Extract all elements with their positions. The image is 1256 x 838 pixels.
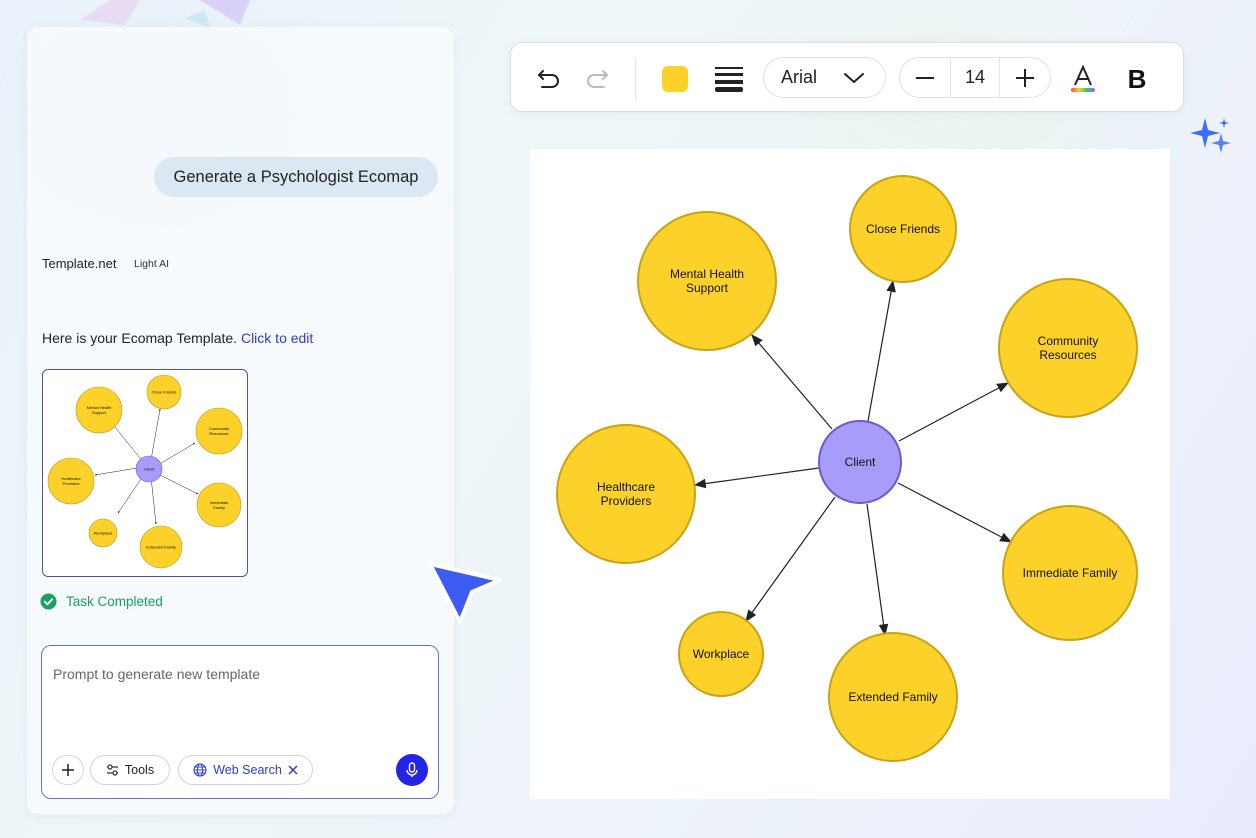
reply-text: Here is your Ecomap Template. xyxy=(42,330,238,346)
edge-community xyxy=(898,382,1010,442)
line-weight-icon xyxy=(715,67,743,92)
tools-button[interactable]: Tools xyxy=(90,755,170,785)
redo-button[interactable] xyxy=(581,63,613,95)
undo-button[interactable] xyxy=(533,63,565,95)
click-to-edit-link[interactable]: Click to edit xyxy=(241,330,313,346)
line-style-button[interactable] xyxy=(713,63,745,95)
edge-health xyxy=(693,467,820,489)
node-label-health: Healthcare Providers xyxy=(596,480,656,508)
node-label-friends: Close Friends xyxy=(865,222,941,236)
template-thumbnail[interactable]: Mental Health Support Close Friends Comm… xyxy=(42,369,248,577)
edge-friends xyxy=(867,279,896,422)
font-family-select[interactable]: Arial xyxy=(763,57,886,98)
microphone-icon xyxy=(406,762,418,777)
task-status: Task Completed xyxy=(40,593,163,610)
thumbnail-node-label: Workplace xyxy=(93,530,113,536)
thumbnail-node-label: Community Resources xyxy=(208,426,230,436)
thumbnail-node-label: Extended Family xyxy=(146,544,176,550)
microphone-button[interactable] xyxy=(396,754,428,786)
decrease-font-size-button[interactable] xyxy=(900,58,950,97)
text-color-button[interactable] xyxy=(1067,63,1099,95)
thumbnail-node-label: Immediate Family xyxy=(209,500,229,510)
sliders-icon xyxy=(106,764,118,776)
plus-icon xyxy=(1016,68,1034,87)
font-size-value[interactable]: 14 xyxy=(950,58,1000,97)
increase-font-size-button[interactable] xyxy=(1000,58,1050,97)
diagram-canvas[interactable]: Mental Health Support Close Friends Comm… xyxy=(530,149,1170,799)
assistant-reply: Here is your Ecomap Template. Click to e… xyxy=(42,330,313,346)
minus-icon xyxy=(916,76,934,79)
toolbar-divider xyxy=(635,57,636,99)
fill-color-swatch xyxy=(662,66,688,92)
chevron-down-icon xyxy=(844,72,865,83)
pointer-cursor-icon xyxy=(428,562,502,624)
check-circle-icon xyxy=(40,593,57,610)
node-label-client: Client xyxy=(844,455,876,469)
task-status-label: Task Completed xyxy=(66,594,163,609)
sparkle-icon xyxy=(1190,118,1231,153)
prompt-placeholder: Prompt to generate new template xyxy=(53,666,261,682)
fill-color-button[interactable] xyxy=(661,65,689,93)
edge-extended xyxy=(866,503,889,637)
assistant-brand: Template.net xyxy=(42,256,117,271)
edge-immediate xyxy=(897,482,1013,543)
plus-icon xyxy=(62,764,74,776)
thumbnail-center-label: Client xyxy=(143,466,155,472)
edge-workplace xyxy=(745,496,836,622)
web-search-toggle[interactable]: Web Search xyxy=(178,755,313,785)
edge-mental xyxy=(751,334,833,430)
text-color-icon xyxy=(1071,65,1095,92)
undo-icon xyxy=(538,70,559,88)
thumbnail-node-label: Mental Health Support xyxy=(86,405,112,415)
font-size-stepper: 14 xyxy=(899,57,1051,98)
thumbnail-node-label: Close Friends xyxy=(151,389,177,395)
node-label-workplace: Workplace xyxy=(692,647,750,661)
tools-label: Tools xyxy=(124,763,155,777)
node-label-mental: Mental Health Support xyxy=(669,267,745,295)
redo-icon xyxy=(587,70,608,88)
globe-icon xyxy=(193,763,207,777)
user-message-bubble: Generate a Psychologist Ecomap xyxy=(154,157,438,197)
node-label-community: Community Resources xyxy=(1037,334,1099,362)
node-label-extended: Extended Family xyxy=(848,690,938,704)
assistant-tag: Light AI xyxy=(134,258,170,270)
node-label-immediate: Immediate Family xyxy=(1022,566,1118,580)
decorative-shapes xyxy=(80,0,250,28)
bold-button[interactable]: B xyxy=(1121,63,1153,95)
font-family-value: Arial xyxy=(781,67,818,87)
web-search-label: Web Search xyxy=(213,763,282,777)
format-toolbar: Arial 14 B xyxy=(510,42,1184,112)
close-icon[interactable] xyxy=(288,765,298,775)
add-attachment-button[interactable] xyxy=(52,755,84,785)
prompt-input[interactable]: Prompt to generate new template Tools We… xyxy=(41,645,439,799)
thumbnail-node-label: Healthcare Providers xyxy=(61,476,81,486)
